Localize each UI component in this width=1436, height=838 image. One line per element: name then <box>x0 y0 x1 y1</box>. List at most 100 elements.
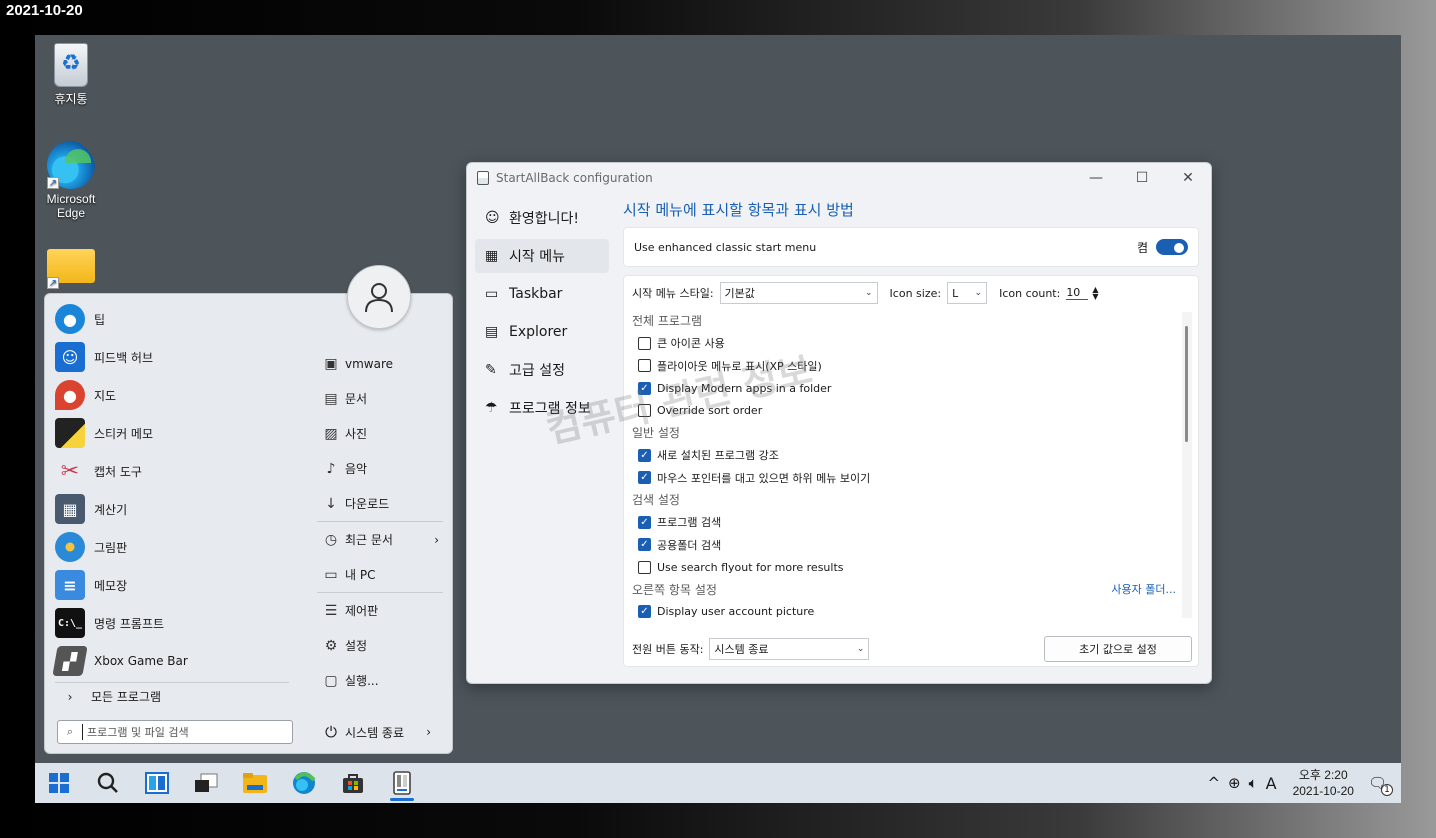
checkbox-checked[interactable]: ✓ <box>638 538 651 552</box>
clock[interactable]: 오후 2:20 2021-10-20 <box>1293 767 1354 799</box>
scrollbar[interactable] <box>1182 312 1192 618</box>
checkbox-label: Use search flyout for more results <box>657 560 844 574</box>
place-item-downloads[interactable]: ↓ 다운로드 <box>317 486 443 521</box>
checkbox-row[interactable]: ✓ Display user account picture <box>632 601 1190 623</box>
start-button[interactable] <box>39 763 79 803</box>
section-title: 전체 프로그램 <box>632 314 703 328</box>
place-item-pictures[interactable]: ▨ 사진 <box>317 416 443 451</box>
desktop-icon-recycle-bin[interactable]: 휴지통 <box>35 43 109 107</box>
checkbox-row[interactable]: 큰 아이콘 사용 <box>632 332 1190 355</box>
nav-item-advanced[interactable]: ✎ 고급 설정 <box>475 353 609 387</box>
place-item-recent-documents[interactable]: ◷ 최근 문서 › <box>317 522 443 557</box>
nav-item-about[interactable]: ☂ 프로그램 정보 <box>475 391 609 425</box>
program-item-feedback-hub[interactable]: ☺ 피드백 허브 <box>53 338 293 376</box>
icon-count-input[interactable]: 10 <box>1066 286 1089 300</box>
enhanced-menu-card: Use enhanced classic start menu 켬 <box>623 227 1199 267</box>
desktop-icon-edge[interactable]: ↗ Microsoft Edge <box>35 141 109 220</box>
search-button[interactable] <box>88 763 128 803</box>
program-item-calculator[interactable]: ▦ 계산기 <box>53 490 293 528</box>
place-item-this-pc[interactable]: ▭ 내 PC <box>317 557 443 592</box>
program-item-snipping-tool[interactable]: ✂ 캡처 도구 <box>53 452 293 490</box>
place-item-user-folder[interactable]: ▣ vmware <box>317 346 443 381</box>
place-item-documents[interactable]: ▤ 문서 <box>317 381 443 416</box>
options-scroll-list[interactable]: 전체 프로그램 큰 아이콘 사용 플라이아웃 메뉴로 표시(XP 스타일) ✓ D… <box>632 310 1190 622</box>
maximize-button[interactable]: ☐ <box>1119 170 1165 186</box>
checkbox-checked[interactable]: ✓ <box>638 471 651 485</box>
nav-item-start-menu[interactable]: ▦ 시작 메뉴 <box>475 239 609 273</box>
close-button[interactable]: ✕ <box>1165 170 1211 186</box>
volume-icon[interactable]: 🔈︎ <box>1249 774 1258 792</box>
input-language-indicator[interactable]: A <box>1266 774 1277 793</box>
app-icon <box>477 171 489 185</box>
start-search-input[interactable]: ⌕ 프로그램 및 파일 검색 <box>57 720 293 744</box>
nav-item-explorer[interactable]: ▤ Explorer <box>475 315 609 349</box>
shutdown-label: 시스템 종료 <box>345 725 405 740</box>
icon-size-dropdown[interactable]: L ⌄ <box>947 282 988 304</box>
checkbox-row[interactable]: ✓ Display Modern apps in a folder <box>632 377 1190 400</box>
start-menu: ● 팁 ☺ 피드백 허브 ● 지도 스티커 메모 ✂ 캡처 도구 ▦ 계산기 그… <box>44 293 453 754</box>
program-label: 계산기 <box>94 502 128 517</box>
minimize-button[interactable]: — <box>1073 170 1119 186</box>
shutdown-button[interactable]: ⏻ 시스템 종료 › <box>317 720 443 744</box>
checkbox[interactable] <box>638 336 651 350</box>
startallback-taskbar-button[interactable] <box>382 763 422 803</box>
title-bar[interactable]: StartAllBack configuration — ☐ ✕ <box>467 163 1211 193</box>
checkbox-row[interactable]: Use search flyout for more results <box>632 556 1190 579</box>
place-item-settings[interactable]: ⚙ 설정 <box>317 628 443 663</box>
spinner-arrows-icon[interactable]: ▲ ▼ <box>1092 286 1098 301</box>
program-item-tips[interactable]: ● 팁 <box>53 300 293 338</box>
style-dropdown[interactable]: 기본값 ⌄ <box>719 282 878 304</box>
snipping-tool-icon: ✂ <box>60 458 80 484</box>
edge-taskbar-button[interactable] <box>284 763 324 803</box>
windows-logo-icon <box>49 773 69 793</box>
checkbox-row[interactable]: ✓ 마우스 포인터를 대고 있으면 하위 메뉴 보이기 <box>632 467 1190 490</box>
scrollbar-thumb[interactable] <box>1185 326 1188 442</box>
network-globe-icon[interactable]: ⊕ <box>1228 774 1241 792</box>
user-folders-link[interactable]: 사용자 폴더... <box>1111 579 1176 601</box>
checkbox-row[interactable]: ✓ 공용폴더 검색 <box>632 534 1190 557</box>
program-item-xbox-game-bar[interactable]: ▞ Xbox Game Bar <box>52 642 293 680</box>
desktop-icon-folder[interactable]: ↗ <box>35 239 109 289</box>
checkbox-checked[interactable]: ✓ <box>638 448 651 462</box>
outer-date-label: 2021-10-20 <box>6 2 83 19</box>
power-action-value: 시스템 종료 <box>714 643 769 656</box>
checkbox[interactable] <box>638 560 651 574</box>
program-item-sticky-notes[interactable]: 스티커 메모 <box>53 414 293 452</box>
place-item-control-panel[interactable]: ☰ 제어판 <box>317 593 443 628</box>
reset-defaults-button[interactable]: 초기 값으로 설정 <box>1044 636 1192 662</box>
program-item-notepad[interactable]: ≡ 메모장 <box>53 566 293 604</box>
file-explorer-button[interactable] <box>235 763 275 803</box>
checkbox-checked[interactable]: ✓ <box>638 605 651 619</box>
checkbox-row[interactable]: ✓ 프로그램 검색 <box>632 511 1190 534</box>
task-view-icon <box>195 773 218 792</box>
checkbox-row[interactable]: 플라이아웃 메뉴로 표시(XP 스타일) <box>632 355 1190 378</box>
store-button[interactable] <box>333 763 373 803</box>
program-item-maps[interactable]: ● 지도 <box>53 376 293 414</box>
task-view-button[interactable] <box>186 763 226 803</box>
enhanced-menu-toggle[interactable] <box>1156 239 1188 255</box>
notification-center-icon[interactable]: 🗨︎ 1 <box>1368 774 1393 796</box>
chevron-down-icon: ⌄ <box>865 288 873 298</box>
program-item-paint[interactable]: 그림판 <box>53 528 293 566</box>
place-item-run[interactable]: ▢ 실행... <box>317 663 443 698</box>
place-item-music[interactable]: ♪ 음악 <box>317 451 443 486</box>
widgets-button[interactable] <box>137 763 177 803</box>
place-label: 최근 문서 <box>345 533 393 547</box>
checkbox-row[interactable]: ✓ 새로 설치된 프로그램 강조 <box>632 444 1190 467</box>
checkbox[interactable] <box>638 404 651 418</box>
user-avatar[interactable] <box>347 265 411 329</box>
chevron-up-icon[interactable]: ^ <box>1207 774 1220 792</box>
all-programs-button[interactable]: › 모든 프로그램 <box>55 682 289 705</box>
style-value: 기본값 <box>724 287 755 300</box>
chevron-right-icon[interactable]: › <box>426 725 431 739</box>
program-item-command-prompt[interactable]: C:\_ 명령 프롬프트 <box>53 604 293 642</box>
nav-item-welcome[interactable]: ☺ 환영합니다! <box>475 201 609 235</box>
clock-time: 오후 2:20 <box>1298 768 1348 782</box>
checkbox-checked[interactable]: ✓ <box>638 515 651 529</box>
nav-item-taskbar[interactable]: ▭ Taskbar <box>475 277 609 311</box>
checkbox-row[interactable]: Override sort order <box>632 400 1190 423</box>
power-action-dropdown[interactable]: 시스템 종료 ⌄ <box>709 638 870 660</box>
user-icon <box>365 283 393 313</box>
checkbox[interactable] <box>638 359 651 373</box>
checkbox-checked[interactable]: ✓ <box>638 381 651 395</box>
